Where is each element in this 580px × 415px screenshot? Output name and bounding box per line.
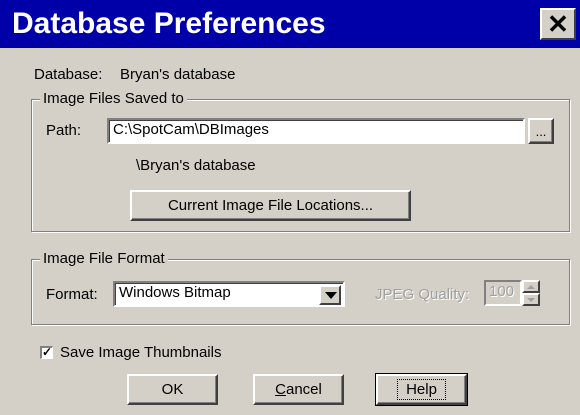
spin-up-icon[interactable]: [522, 280, 540, 293]
browse-button[interactable]: ...: [528, 118, 554, 144]
database-preferences-dialog: Database Preferences ✕ Database: Bryan's…: [0, 0, 580, 415]
image-format-group-label: Image File Format: [40, 250, 168, 268]
ok-button[interactable]: OK: [127, 374, 218, 405]
save-thumbnails-checkbox[interactable]: ✓: [40, 346, 53, 359]
help-button[interactable]: Help: [375, 373, 468, 406]
title-bar[interactable]: Database Preferences ✕: [0, 0, 580, 48]
spin-down-icon[interactable]: [522, 293, 540, 306]
image-files-group-label: Image Files Saved to: [40, 90, 187, 108]
format-dropdown[interactable]: Windows Bitmap: [113, 281, 345, 307]
database-name: Bryan's database: [120, 66, 236, 83]
current-image-file-locations-button[interactable]: Current Image File Locations...: [130, 190, 411, 221]
close-button[interactable]: ✕: [540, 8, 576, 40]
jpeg-quality-label: JPEG Quality:: [375, 286, 470, 303]
jpeg-quality-input[interactable]: 100: [484, 280, 522, 306]
path-label: Path:: [46, 122, 82, 139]
close-icon: ✕: [547, 8, 569, 39]
save-thumbnails-label[interactable]: Save Image Thumbnails: [60, 344, 221, 362]
database-label: Database:: [34, 66, 103, 83]
format-dropdown-value: Windows Bitmap: [119, 284, 231, 301]
window-title: Database Preferences: [12, 7, 326, 40]
chevron-down-icon[interactable]: [319, 285, 341, 305]
database-subfolder: \Bryan's database: [136, 157, 256, 174]
path-input[interactable]: C:\SpotCam\DBImages: [107, 118, 525, 144]
format-label: Format:: [46, 286, 98, 303]
help-label: Help: [397, 379, 446, 400]
checkmark-icon: ✓: [42, 345, 53, 359]
cancel-button[interactable]: Cancel: [253, 374, 344, 405]
cancel-label: Cancel: [275, 381, 322, 398]
